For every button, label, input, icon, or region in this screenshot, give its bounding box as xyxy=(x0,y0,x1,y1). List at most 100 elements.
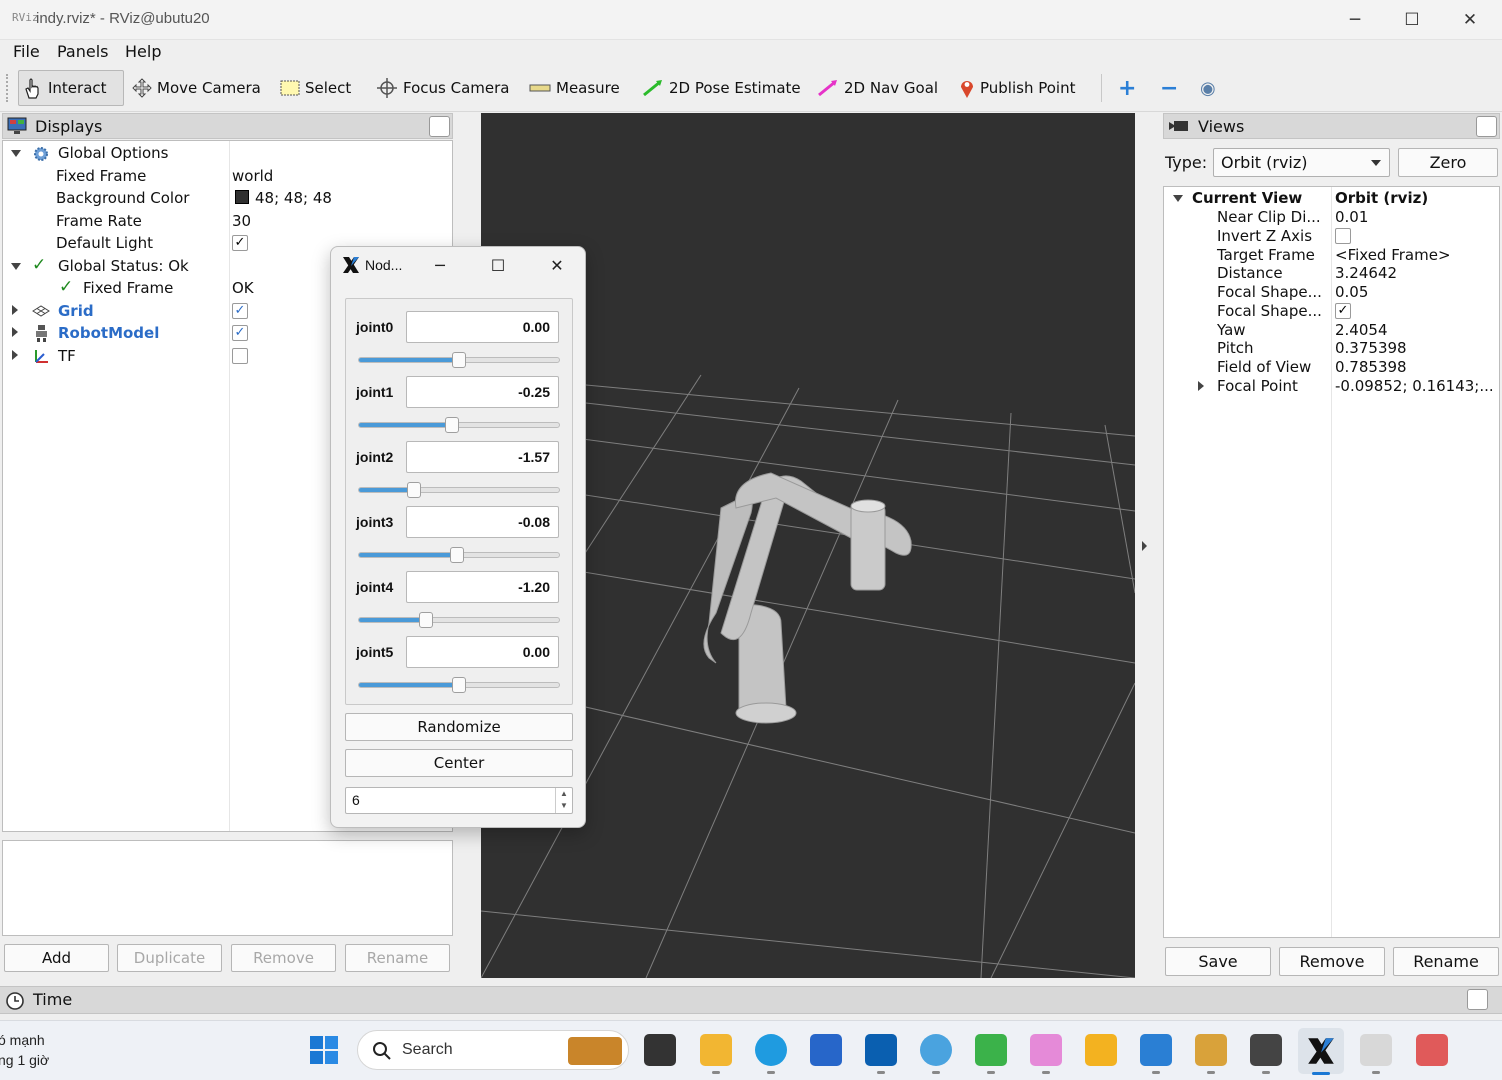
add-tool-button[interactable]: + xyxy=(1114,70,1140,106)
interact-tool[interactable]: Interact xyxy=(18,70,124,106)
duplicate-display-button[interactable]: Duplicate xyxy=(117,944,222,972)
remove-tool-button[interactable]: − xyxy=(1156,70,1182,106)
dialog-minimize-button[interactable]: ─ xyxy=(425,253,455,277)
joint-slider[interactable] xyxy=(358,677,560,693)
view-prop-value[interactable]: 0.05 xyxy=(1335,283,1368,301)
joint-slider[interactable] xyxy=(358,482,560,498)
joint-slider[interactable] xyxy=(358,417,560,433)
randomize-button[interactable]: Randomize xyxy=(345,713,573,741)
displays-float-button[interactable] xyxy=(429,116,450,137)
vscode-icon[interactable] xyxy=(1140,1034,1172,1066)
joint-value-input[interactable]: -0.08 xyxy=(406,506,559,538)
expand-arrow-icon[interactable] xyxy=(11,150,21,157)
weather-widget[interactable]: ó mạnh ng 1 giờ xyxy=(0,1030,49,1070)
joint-value-input[interactable]: -1.57 xyxy=(406,441,559,473)
invert-z-checkbox[interactable] xyxy=(1335,228,1351,244)
pose-estimate-tool[interactable]: 2D Pose Estimate xyxy=(638,70,805,106)
slider-fill xyxy=(359,488,414,492)
view-prop-value[interactable]: 0.01 xyxy=(1335,208,1368,226)
joint-value-input[interactable]: -1.20 xyxy=(406,571,559,603)
snipping-tool-icon[interactable] xyxy=(1416,1034,1448,1066)
fixed-frame-row[interactable]: Fixed Frame world xyxy=(3,165,452,187)
menu-file[interactable]: File xyxy=(13,42,40,61)
collapse-right-icon[interactable] xyxy=(1142,541,1147,551)
grid-checkbox[interactable]: ✓ xyxy=(232,303,248,319)
expand-arrow-icon[interactable] xyxy=(1173,195,1183,202)
joint-value-input[interactable]: -0.25 xyxy=(406,376,559,408)
joint-slider[interactable] xyxy=(358,352,560,368)
dialog-close-button[interactable]: ✕ xyxy=(542,253,572,277)
windows-start-icon[interactable] xyxy=(309,1035,339,1065)
background-color-value[interactable]: 48; 48; 48 xyxy=(255,189,332,207)
joint-slider[interactable] xyxy=(358,612,560,628)
zero-button[interactable]: Zero xyxy=(1398,148,1498,177)
fixed-frame-value[interactable]: world xyxy=(232,167,273,185)
diamond-app-icon[interactable] xyxy=(1030,1034,1062,1066)
collapse-arrow-icon[interactable] xyxy=(12,350,18,360)
view-prop-value[interactable]: 0.375398 xyxy=(1335,339,1407,357)
panel-splitter[interactable] xyxy=(1137,113,1159,978)
notepad-icon[interactable] xyxy=(1195,1034,1227,1066)
view-prop-row[interactable]: Focal Point -0.09852; 0.16143;... xyxy=(1164,375,1499,397)
cloud-icon[interactable] xyxy=(920,1034,952,1066)
close-button[interactable]: ✕ xyxy=(1442,4,1498,36)
add-display-button[interactable]: Add xyxy=(4,944,109,972)
time-float-button[interactable] xyxy=(1467,989,1488,1010)
remove-display-button[interactable]: Remove xyxy=(231,944,336,972)
file-explorer-icon[interactable] xyxy=(700,1034,732,1066)
color-swatch[interactable] xyxy=(235,190,249,204)
menu-panels[interactable]: Panels xyxy=(57,42,109,61)
layers-app-icon[interactable] xyxy=(975,1034,1007,1066)
maximize-button[interactable]: ☐ xyxy=(1384,4,1440,36)
dialog-maximize-button[interactable]: ☐ xyxy=(483,253,513,277)
xlaunch-active-icon[interactable] xyxy=(1298,1028,1344,1074)
store-icon[interactable] xyxy=(810,1034,842,1066)
rename-display-button[interactable]: Rename xyxy=(345,944,450,972)
save-view-button[interactable]: Save xyxy=(1165,947,1271,976)
publish-point-tool[interactable]: Publish Point xyxy=(955,70,1079,106)
joint-value-input[interactable]: 0.00 xyxy=(406,311,559,343)
column-count-spinbox[interactable]: 6 ▲ ▼ xyxy=(345,787,573,814)
frame-rate-value[interactable]: 30 xyxy=(232,212,251,230)
frame-rate-row[interactable]: Frame Rate 30 xyxy=(3,210,452,232)
eye-icon[interactable]: ◉ xyxy=(1196,70,1220,106)
joint-value-input[interactable]: 0.00 xyxy=(406,636,559,668)
default-light-checkbox[interactable]: ✓ xyxy=(232,235,248,251)
measure-tool[interactable]: Measure xyxy=(525,70,624,106)
view-prop-value[interactable]: 3.24642 xyxy=(1335,264,1397,282)
edge-icon[interactable] xyxy=(755,1034,787,1066)
network-app-icon[interactable] xyxy=(1085,1034,1117,1066)
terminal-icon[interactable] xyxy=(1250,1034,1282,1066)
background-color-row[interactable]: Background Color 48; 48; 48 xyxy=(3,187,452,209)
tf-checkbox[interactable] xyxy=(232,348,248,364)
view-type-select[interactable]: Orbit (rviz) xyxy=(1213,148,1390,177)
focus-camera-tool[interactable]: Focus Camera xyxy=(372,70,513,106)
collapse-arrow-icon[interactable] xyxy=(1198,381,1204,391)
menu-help[interactable]: Help xyxy=(125,42,161,61)
current-view-type: Orbit (rviz) xyxy=(1335,189,1429,207)
joint-slider[interactable] xyxy=(358,547,560,563)
collapse-arrow-icon[interactable] xyxy=(12,327,18,337)
rviz-taskbar-icon[interactable] xyxy=(1360,1034,1392,1066)
spin-arrows-icon[interactable]: ▲ ▼ xyxy=(555,788,572,813)
view-prop-value[interactable]: -0.09852; 0.16143;... xyxy=(1335,377,1494,395)
collapse-arrow-icon[interactable] xyxy=(12,305,18,315)
move-camera-tool[interactable]: Move Camera xyxy=(128,70,265,106)
toolbar-grip[interactable] xyxy=(6,74,10,102)
focal-shape-checkbox[interactable]: ✓ xyxy=(1335,303,1351,319)
task-view-icon[interactable] xyxy=(644,1034,676,1066)
minimize-button[interactable]: ─ xyxy=(1327,4,1383,36)
nav-goal-tool[interactable]: 2D Nav Goal xyxy=(813,70,942,106)
views-float-button[interactable] xyxy=(1476,116,1497,137)
select-tool[interactable]: Select xyxy=(276,70,355,106)
slider-handle[interactable] xyxy=(452,677,466,693)
outlook-icon[interactable] xyxy=(865,1034,897,1066)
view-prop-value[interactable]: 0.785398 xyxy=(1335,358,1407,376)
expand-arrow-icon[interactable] xyxy=(11,263,21,270)
global-options-row[interactable]: Global Options xyxy=(3,142,452,164)
center-button[interactable]: Center xyxy=(345,749,573,777)
taskbar-search[interactable]: Search xyxy=(357,1030,629,1070)
robot-model-checkbox[interactable]: ✓ xyxy=(232,325,248,341)
remove-view-button[interactable]: Remove xyxy=(1279,947,1385,976)
rename-view-button[interactable]: Rename xyxy=(1393,947,1499,976)
